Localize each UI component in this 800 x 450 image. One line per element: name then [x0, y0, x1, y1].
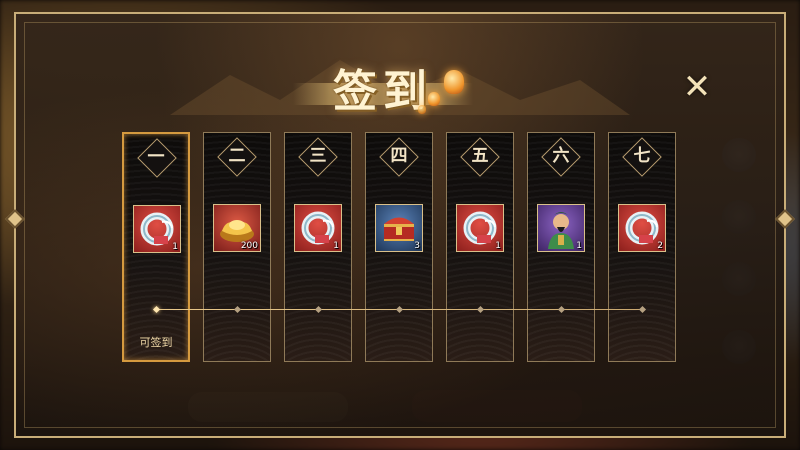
treasure-chest-icon[interactable]: 3 [375, 204, 423, 252]
reward-quantity: 3 [414, 241, 420, 251]
reward-quantity: 2 [657, 241, 663, 251]
day-label: 一 [147, 147, 165, 167]
day-column-5[interactable]: 五1 [446, 132, 514, 362]
jade-ring-icon[interactable]: 1 [456, 204, 504, 252]
day-label: 二 [228, 146, 246, 166]
day-column-7[interactable]: 七2 [608, 132, 676, 362]
day-column-6[interactable]: 六1 [527, 132, 595, 362]
general-portrait-icon[interactable]: 1 [537, 204, 585, 252]
jade-ring-icon[interactable]: 1 [294, 204, 342, 252]
day-column-4[interactable]: 四3 [365, 132, 433, 362]
day-column-3[interactable]: 三1 [284, 132, 352, 362]
day-label: 七 [633, 146, 651, 166]
day-column-1[interactable]: 一 1 可签到 [122, 132, 190, 362]
day-label: 三 [309, 146, 327, 166]
claim-status-label: 可签到 [139, 336, 173, 349]
reward-quantity: 1 [333, 241, 339, 251]
day-column-2[interactable]: 二 200 [203, 132, 271, 362]
jade-ring-icon[interactable]: 1 [133, 205, 181, 253]
day-label: 五 [471, 146, 489, 166]
lantern-icon [418, 105, 426, 114]
reward-quantity: 1 [495, 241, 501, 251]
reward-quantity: 1 [576, 241, 582, 251]
day-label: 四 [390, 146, 408, 166]
close-button[interactable]: ✕ [682, 70, 712, 104]
lantern-icon [444, 70, 464, 94]
gold-ingot-icon[interactable]: 200 [213, 204, 261, 252]
jade-ring-icon[interactable]: 2 [618, 204, 666, 252]
reward-quantity: 1 [172, 242, 178, 252]
day-label: 六 [552, 146, 570, 166]
lantern-icon [428, 92, 440, 106]
reward-quantity: 200 [240, 241, 258, 251]
